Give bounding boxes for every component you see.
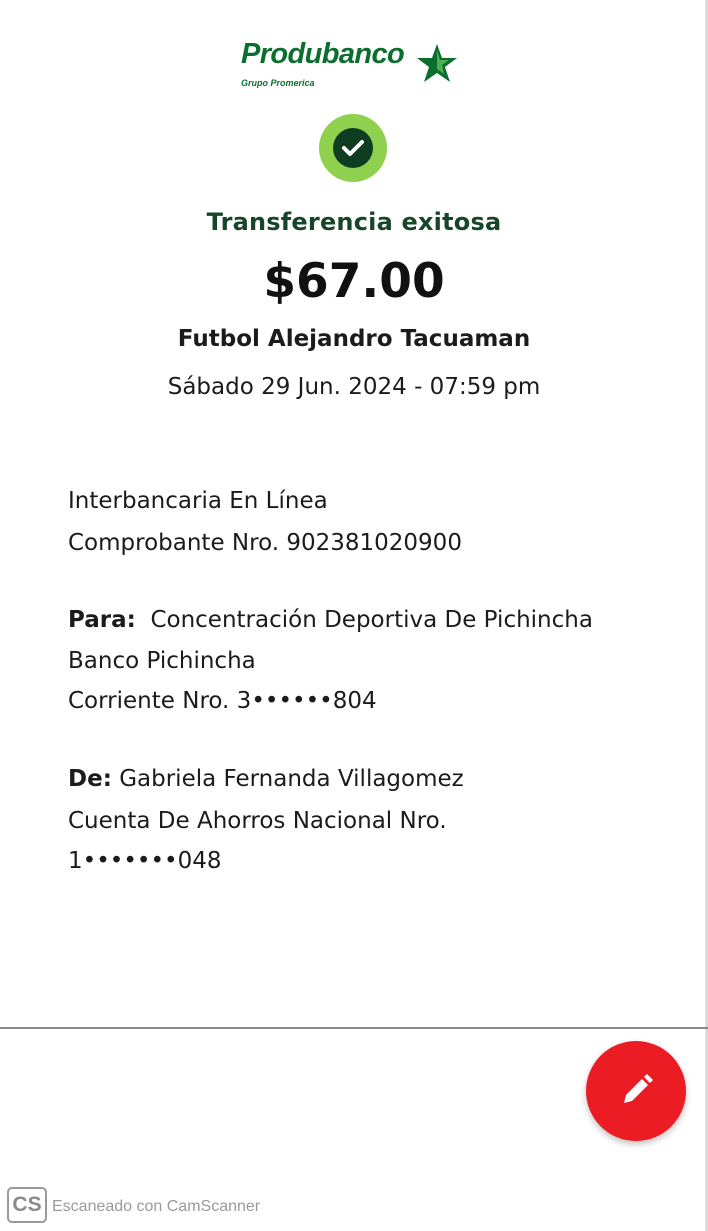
transfer-description: Futbol Alejandro Tacuaman xyxy=(177,326,531,352)
voucher-number: Comprobante Nro. 902381020900 xyxy=(68,530,462,556)
success-check-icon xyxy=(318,113,388,183)
recipient-account: Corriente Nro. 3••••••804 xyxy=(68,688,377,714)
recipient-line: Para: Concentración Deportiva De Pichinc… xyxy=(68,607,593,633)
produbanco-logo: Produbanco Grupo Promerica xyxy=(241,40,467,92)
transfer-datetime: Sábado 29 Jun. 2024 - 07:59 pm xyxy=(167,374,541,400)
recipient-label: Para: xyxy=(68,607,136,633)
sender-account-number: 1•••••••048 xyxy=(68,848,222,874)
transfer-channel: Interbancaria En Línea xyxy=(68,488,328,514)
recipient-name: Concentración Deportiva De Pichincha xyxy=(150,607,593,633)
edit-button[interactable] xyxy=(586,1041,686,1141)
camscanner-logo: CS xyxy=(7,1187,47,1223)
camscanner-watermark: Escaneado con CamScanner xyxy=(52,1198,261,1215)
sender-name: Gabriela Fernanda Villagomez xyxy=(119,766,464,792)
pencil-icon xyxy=(624,1074,653,1103)
brand-subtitle: Grupo Promerica xyxy=(241,78,315,88)
sender-label: De: xyxy=(68,766,112,792)
recipient-bank: Banco Pichincha xyxy=(68,648,256,674)
star-icon xyxy=(417,44,457,82)
sender-account-type: Cuenta De Ahorros Nacional Nro. xyxy=(68,808,447,834)
divider xyxy=(0,1027,708,1029)
sender-line: De: Gabriela Fernanda Villagomez xyxy=(68,766,464,792)
brand-name: Produbanco xyxy=(241,38,405,70)
status-title: Transferencia exitosa xyxy=(206,208,502,236)
transfer-amount: $67.00 xyxy=(263,254,445,309)
